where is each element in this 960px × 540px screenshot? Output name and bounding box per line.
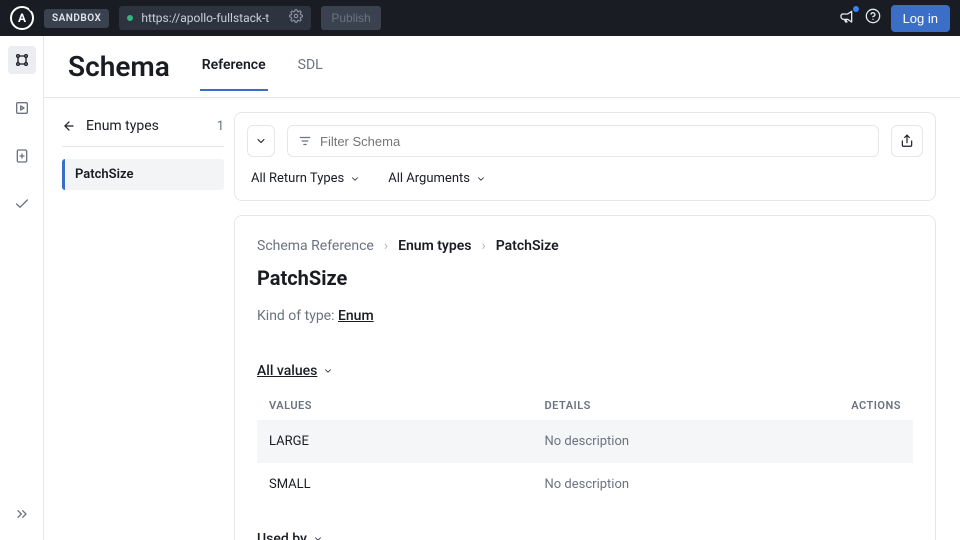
apollo-logo[interactable]: A bbox=[10, 6, 34, 30]
arrow-left-icon bbox=[62, 119, 76, 133]
rail-expand-icon[interactable] bbox=[8, 500, 36, 528]
share-button[interactable] bbox=[891, 125, 923, 157]
values-dropdown[interactable]: All values bbox=[257, 363, 333, 379]
rail-checks-icon[interactable] bbox=[8, 190, 36, 218]
help-icon[interactable] bbox=[865, 8, 881, 28]
login-button[interactable]: Log in bbox=[891, 5, 950, 32]
megaphone-icon[interactable] bbox=[839, 8, 855, 28]
page-header: Schema Reference SDL bbox=[44, 36, 960, 98]
enum-list-item[interactable]: PatchSize bbox=[62, 159, 224, 190]
value-cell: LARGE bbox=[257, 420, 533, 463]
type-list-panel: Enum types 1 PatchSize bbox=[44, 98, 234, 540]
breadcrumb-l2: PatchSize bbox=[496, 238, 559, 254]
enum-section-label: Enum types bbox=[86, 118, 159, 134]
chevron-down-icon bbox=[476, 174, 486, 184]
tab-bar: Reference SDL bbox=[200, 57, 325, 91]
endpoint-url-field[interactable]: https://apollo-fullstack-t bbox=[119, 6, 311, 30]
value-cell: SMALL bbox=[257, 463, 533, 506]
share-icon bbox=[900, 134, 914, 148]
gear-icon[interactable] bbox=[289, 9, 303, 27]
breadcrumb: Schema Reference › Enum types › PatchSiz… bbox=[257, 238, 913, 254]
return-types-dropdown[interactable]: All Return Types bbox=[251, 171, 360, 186]
side-rail bbox=[0, 36, 44, 540]
type-detail-card: Schema Reference › Enum types › PatchSiz… bbox=[234, 215, 936, 540]
top-bar: A SANDBOX https://apollo-fullstack-t Pub… bbox=[0, 0, 960, 36]
col-values: VALUES bbox=[257, 391, 533, 420]
table-row: LARGE No description bbox=[257, 420, 913, 463]
kind-of-type: Kind of type: Enum bbox=[257, 308, 913, 324]
col-actions: ACTIONS bbox=[815, 391, 913, 420]
detail-column: All Return Types All Arguments Schema Re… bbox=[234, 98, 960, 540]
tab-reference[interactable]: Reference bbox=[200, 57, 268, 91]
arguments-dropdown[interactable]: All Arguments bbox=[388, 171, 486, 186]
filter-search-box[interactable] bbox=[287, 125, 879, 157]
chevron-right-icon: › bbox=[482, 238, 486, 254]
enum-section-header[interactable]: Enum types 1 bbox=[62, 118, 224, 147]
chevron-down-icon bbox=[255, 135, 267, 147]
sandbox-tag: SANDBOX bbox=[44, 9, 109, 28]
breadcrumb-l1[interactable]: Enum types bbox=[398, 238, 471, 254]
chevron-right-icon: › bbox=[384, 238, 388, 254]
breadcrumb-root[interactable]: Schema Reference bbox=[257, 238, 374, 254]
endpoint-url-text: https://apollo-fullstack-t bbox=[141, 11, 281, 25]
tab-sdl[interactable]: SDL bbox=[296, 57, 325, 91]
rail-diff-icon[interactable] bbox=[8, 142, 36, 170]
expand-filter-button[interactable] bbox=[247, 125, 275, 157]
table-row: SMALL No description bbox=[257, 463, 913, 506]
status-dot-icon bbox=[127, 15, 133, 21]
page-title: Schema bbox=[68, 50, 170, 97]
notification-dot-icon bbox=[853, 6, 859, 12]
usedby-dropdown[interactable]: Used by bbox=[257, 531, 323, 540]
publish-button[interactable]: Publish bbox=[321, 6, 380, 30]
values-table: VALUES DETAILS ACTIONS LARGE No descript… bbox=[257, 391, 913, 506]
chevron-down-icon bbox=[350, 174, 360, 184]
rail-schema-icon[interactable] bbox=[8, 46, 36, 74]
enum-kind-link[interactable]: Enum bbox=[338, 308, 374, 324]
chevron-down-icon bbox=[323, 366, 333, 376]
detail-cell: No description bbox=[533, 420, 815, 463]
type-title: PatchSize bbox=[257, 266, 913, 290]
filter-card: All Return Types All Arguments bbox=[234, 112, 936, 201]
filter-input[interactable] bbox=[320, 134, 868, 149]
col-details: DETAILS bbox=[533, 391, 815, 420]
detail-cell: No description bbox=[533, 463, 815, 506]
rail-explorer-icon[interactable] bbox=[8, 94, 36, 122]
chevron-down-icon bbox=[313, 534, 323, 540]
enum-count: 1 bbox=[217, 119, 224, 134]
filter-icon bbox=[298, 134, 312, 148]
